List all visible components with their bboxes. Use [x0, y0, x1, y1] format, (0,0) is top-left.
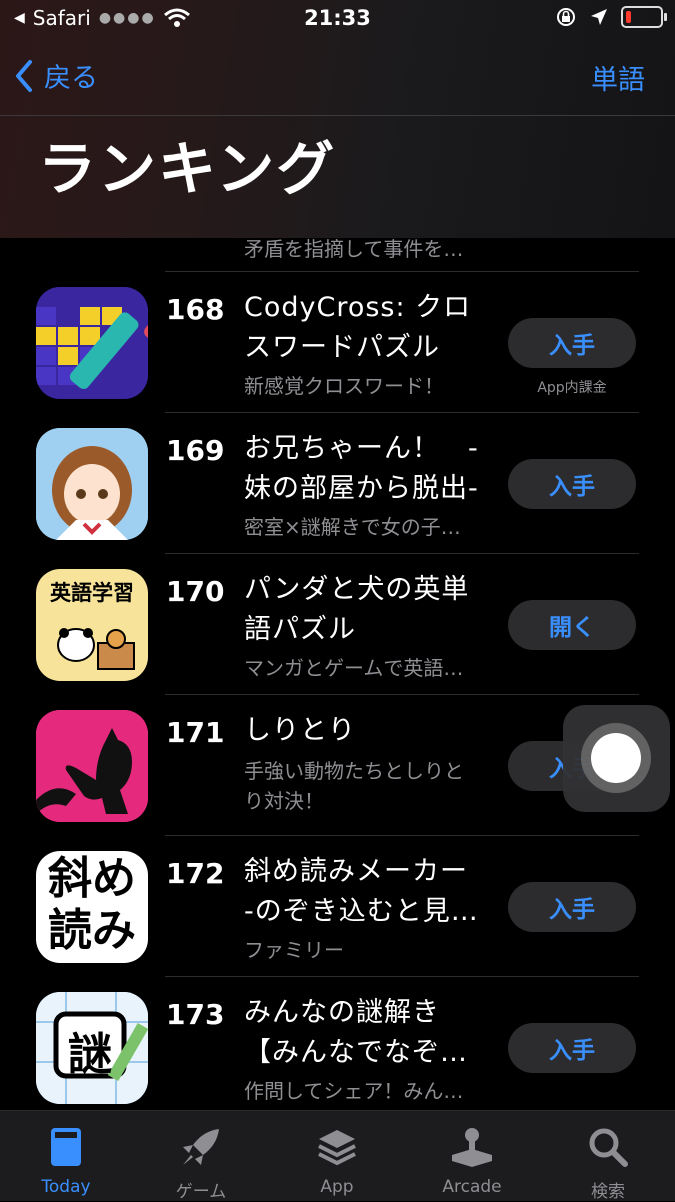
- get-button[interactable]: 入手: [508, 459, 636, 509]
- app-subtitle: 密室×謎解きで女の子…: [244, 515, 461, 539]
- assistive-core: [591, 733, 641, 783]
- row-divider: [165, 553, 639, 554]
- row-divider: [165, 694, 639, 695]
- row-divider: [165, 412, 639, 413]
- page-title: ランキング: [38, 135, 337, 203]
- app-subtitle: 作問してシェア！みん…: [244, 1079, 464, 1103]
- open-button[interactable]: 開く: [508, 600, 636, 650]
- app-subtitle: マンガとゲームで英語…: [244, 656, 464, 680]
- layers-icon: [318, 1130, 356, 1166]
- app-title: しりとり: [244, 715, 356, 746]
- app-subtitle: 矛盾を指摘して事件を…: [244, 237, 464, 261]
- header-divider: [0, 115, 675, 116]
- nav-bar: 戻る 単語: [0, 52, 675, 100]
- tab-apps[interactable]: App: [277, 1123, 397, 1197]
- rocket-icon: [183, 1129, 219, 1165]
- get-button[interactable]: 入手: [508, 318, 636, 368]
- list-item[interactable]: 斜め 読み 172 斜め読みメーカー -のぞき込むと見… ファミリー 入手: [0, 835, 675, 976]
- list-item[interactable]: 英語学習 170 パンダと犬の英単 語パズル マンガとゲームで英語… 開く: [0, 553, 675, 694]
- status-bar: ◀ Safari ●●●● 21:33: [0, 0, 675, 38]
- rank-number: 173: [166, 998, 225, 1031]
- back-button[interactable]: 戻る: [14, 56, 98, 95]
- cat-silhouette-icon: [36, 710, 148, 822]
- app-title: CodyCross: クロ スワードパズル: [244, 292, 472, 363]
- anime-girl-icon: [36, 428, 148, 540]
- rank-number: 172: [166, 857, 225, 890]
- app-icon[interactable]: 謎: [36, 992, 148, 1104]
- row-divider: [165, 271, 639, 272]
- tab-arcade[interactable]: Arcade: [412, 1123, 532, 1197]
- back-label: 戻る: [44, 63, 98, 94]
- icon-text: 謎: [68, 1029, 112, 1080]
- app-subtitle: 新感覚クロスワード！: [244, 374, 444, 398]
- tab-label: Today: [41, 1177, 91, 1197]
- battery-icon: [621, 6, 667, 28]
- app-subtitle: 手強い動物たちとしりと り対決！: [244, 759, 464, 813]
- joystick-icon: [452, 1128, 492, 1167]
- app-icon[interactable]: [36, 287, 148, 399]
- chevron-left-icon: [16, 59, 32, 92]
- app-title: お兄ちゃーん！ - 妹の部屋から脱出-: [244, 433, 479, 504]
- tab-label: ゲーム: [175, 1182, 227, 1202]
- in-app-purchase-label: App内課金: [537, 380, 607, 396]
- rank-number: 168: [166, 293, 225, 326]
- tab-label: App: [320, 1177, 354, 1197]
- get-button[interactable]: 入手: [508, 1023, 636, 1073]
- app-subtitle: ファミリー: [244, 938, 344, 962]
- app-title: みんなの謎解き 【みんなでなぞ…: [244, 997, 468, 1068]
- list-item[interactable]: 謎 173 みんなの謎解き 【みんなでなぞ… 作問してシェア！みん… 入手: [0, 976, 675, 1117]
- tab-bar: Today ゲーム App Arcade 検索: [0, 1110, 675, 1202]
- icon-text: 斜め 読み: [48, 853, 136, 956]
- tab-label: Arcade: [442, 1177, 502, 1197]
- search-icon: [589, 1128, 628, 1167]
- tab-label: 検索: [591, 1182, 625, 1202]
- list-item[interactable]: 168 CodyCross: クロ スワードパズル 新感覚クロスワード！ 入手 …: [0, 271, 675, 412]
- crossword-icon: [36, 287, 148, 399]
- app-title: パンダと犬の英単 語パズル: [244, 574, 470, 645]
- app-icon[interactable]: 斜め 読み: [36, 851, 148, 963]
- rank-number: 169: [166, 434, 225, 467]
- tab-games[interactable]: ゲーム: [141, 1123, 261, 1202]
- panda-dog-icon: [57, 628, 135, 670]
- row-divider: [165, 835, 639, 836]
- location-icon: [591, 9, 607, 25]
- rank-number: 171: [166, 716, 225, 749]
- app-title: 斜め読みメーカー -のぞき込むと見…: [244, 856, 479, 927]
- app-icon[interactable]: [36, 428, 148, 540]
- app-icon[interactable]: [36, 710, 148, 822]
- tab-today[interactable]: Today: [6, 1123, 126, 1197]
- rank-number: 170: [166, 575, 225, 608]
- assistive-touch-button[interactable]: [563, 705, 670, 812]
- list-item[interactable]: 169 お兄ちゃーん！ - 妹の部屋から脱出- 密室×謎解きで女の子… 入手: [0, 412, 675, 553]
- app-icon[interactable]: 英語学習: [36, 569, 148, 681]
- orientation-lock-icon: [557, 8, 575, 26]
- get-button[interactable]: 入手: [508, 882, 636, 932]
- tab-search[interactable]: 検索: [548, 1123, 668, 1202]
- row-divider: [165, 976, 639, 977]
- today-icon: [51, 1128, 81, 1166]
- word-button[interactable]: 単語: [591, 58, 645, 97]
